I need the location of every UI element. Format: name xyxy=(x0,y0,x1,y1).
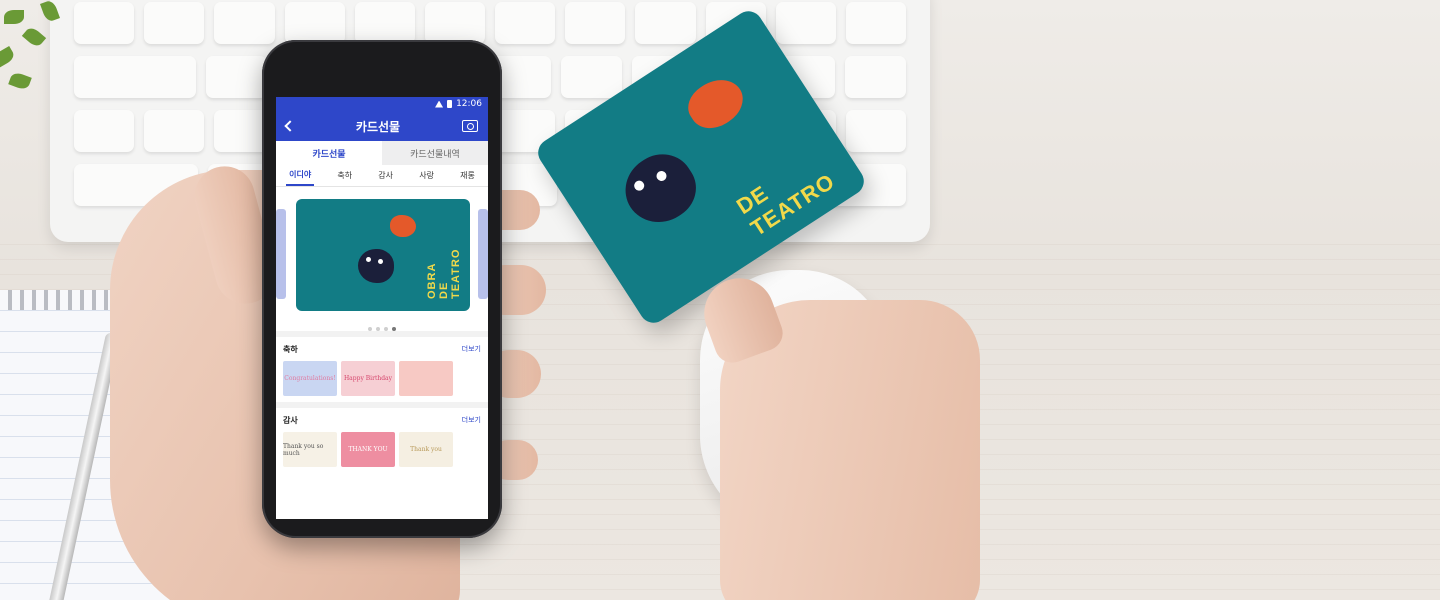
tab-congrats[interactable]: 축하 xyxy=(334,166,355,185)
card-thumbnail[interactable] xyxy=(399,361,453,396)
carousel-dots xyxy=(276,327,488,331)
category-tabs: 이디야 축하 감사 사랑 재롱 xyxy=(276,165,488,187)
orange-monster-illustration xyxy=(390,215,416,237)
card-thumbnail[interactable]: Thank you so much xyxy=(283,432,337,467)
card-thumbnail[interactable]: THANK YOU xyxy=(341,432,395,467)
orange-monster-illustration xyxy=(680,69,752,138)
plant xyxy=(0,0,90,100)
congrats-section: 축하 더보기 Congratulations! Happy Birthday xyxy=(276,331,488,402)
more-link[interactable]: 더보기 xyxy=(462,344,481,354)
section-title: 축하 xyxy=(283,344,298,354)
smartphone: 12:06 카드선물 카드선물 카드선물내역 이디야 축하 감사 사랑 재롱 O… xyxy=(262,40,502,538)
more-link[interactable]: 더보기 xyxy=(462,415,481,425)
thanks-section: 감사 더보기 Thank you so much THANK YOU Thank… xyxy=(276,402,488,473)
featured-gift-card[interactable]: OBRA DE TEATRO xyxy=(296,199,470,311)
carousel-next-card[interactable] xyxy=(478,209,488,299)
card-thumbnail[interactable]: Thank you xyxy=(399,432,453,467)
signal-icon xyxy=(435,100,444,108)
status-time: 12:06 xyxy=(456,99,482,109)
status-bar: 12:06 xyxy=(276,97,488,111)
phone-screen: 12:06 카드선물 카드선물 카드선물내역 이디야 축하 감사 사랑 재롱 O… xyxy=(276,97,488,519)
back-icon[interactable] xyxy=(284,120,296,132)
tab-card-gift-history[interactable]: 카드선물내역 xyxy=(382,141,488,165)
black-monster-illustration xyxy=(358,249,394,283)
card-thumbnail[interactable]: Congratulations! xyxy=(283,361,337,396)
app-bar: 카드선물 xyxy=(276,111,488,141)
tab-fun[interactable]: 재롱 xyxy=(457,166,478,185)
camera-icon[interactable] xyxy=(461,120,478,132)
segment-tabs: 카드선물 카드선물내역 xyxy=(276,141,488,165)
tab-thanks[interactable]: 감사 xyxy=(375,166,396,185)
card-carousel[interactable]: OBRA DE TEATRO xyxy=(276,193,488,331)
carousel-prev-card[interactable] xyxy=(276,209,286,299)
section-title: 감사 xyxy=(283,415,298,425)
card-thumbnail[interactable]: Happy Birthday xyxy=(341,361,395,396)
battery-icon xyxy=(447,100,453,108)
tab-love[interactable]: 사랑 xyxy=(416,166,437,185)
tab-card-gift[interactable]: 카드선물 xyxy=(276,141,382,165)
black-monster-illustration xyxy=(612,141,708,236)
card-title-text: OBRA DE TEATRO xyxy=(426,248,462,299)
page-title: 카드선물 xyxy=(355,119,401,134)
tab-ediya[interactable]: 이디야 xyxy=(286,165,315,186)
